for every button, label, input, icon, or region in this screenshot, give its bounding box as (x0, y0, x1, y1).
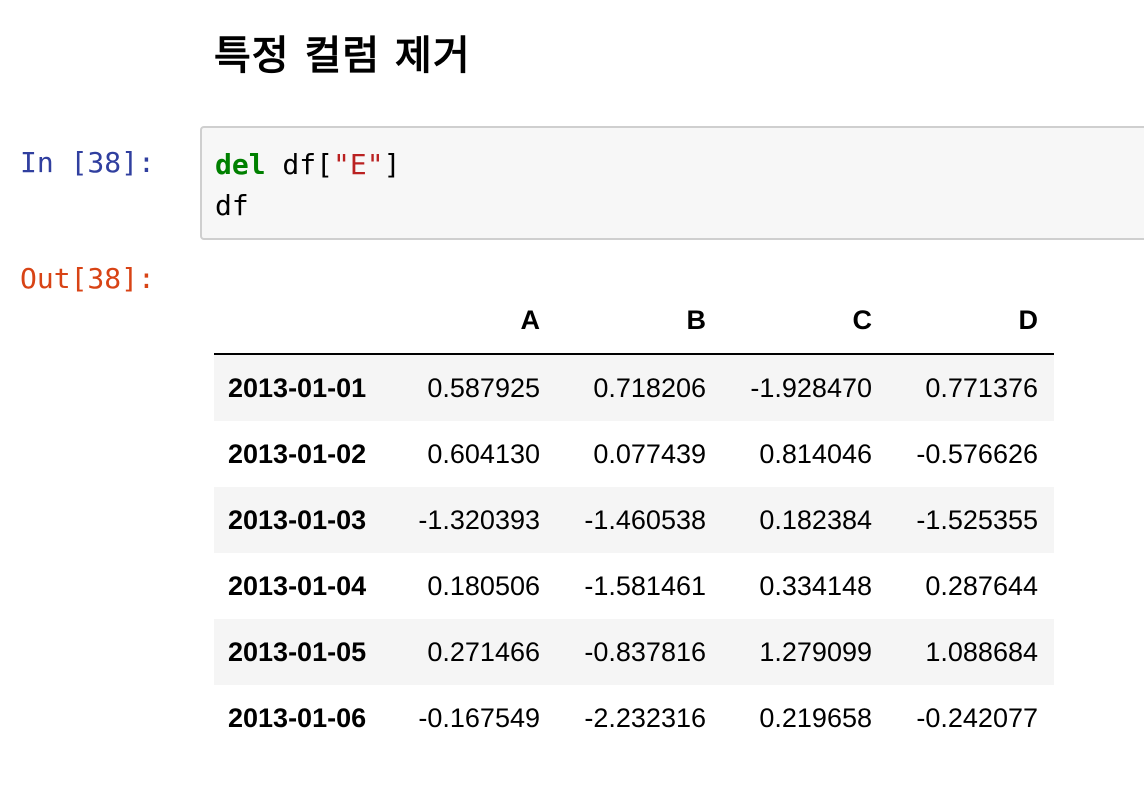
table-cell: 0.587925 (427, 372, 540, 403)
table-cell: -1.928470 (750, 372, 872, 403)
code-line-2: df (215, 189, 249, 222)
table-cell: -0.167549 (418, 702, 540, 733)
table-cell: -2.232316 (584, 702, 706, 733)
row-index: 2013-01-04 (228, 570, 367, 601)
dataframe-table: A B C D 2013-01-01 0.587925 0.718206 -1.… (214, 288, 1054, 751)
row-index: 2013-01-02 (228, 438, 367, 469)
table-row: 2013-01-02 0.604130 0.077439 0.814046 -0… (214, 421, 1054, 487)
table-cell: -1.460538 (584, 504, 706, 535)
table-cell: -0.837816 (584, 636, 706, 667)
table-header-row: A B C D (214, 288, 1054, 355)
table-cell: 0.182384 (759, 504, 872, 535)
table-cell: -1.581461 (584, 570, 706, 601)
row-index: 2013-01-06 (228, 702, 367, 733)
code-token: ] (383, 148, 401, 181)
keyword-del: del (215, 148, 266, 181)
output-prompt: Out[38]: (20, 262, 155, 295)
table-cell: -1.320393 (418, 504, 540, 535)
table-row: 2013-01-06 -0.167549 -2.232316 0.219658 … (214, 685, 1054, 751)
column-header: B (556, 288, 722, 355)
table-cell: -0.576626 (916, 438, 1038, 469)
column-header: A (390, 288, 556, 355)
table-cell: 1.279099 (759, 636, 872, 667)
table-row: 2013-01-01 0.587925 0.718206 -1.928470 0… (214, 354, 1054, 421)
index-header (214, 288, 390, 355)
table-cell: -0.242077 (916, 702, 1038, 733)
table-cell: 0.077439 (593, 438, 706, 469)
table-row: 2013-01-05 0.271466 -0.837816 1.279099 1… (214, 619, 1054, 685)
table-cell: 0.771376 (925, 372, 1038, 403)
table-cell: 0.718206 (593, 372, 706, 403)
table-cell: 0.604130 (427, 438, 540, 469)
code-input-area[interactable]: del df["E"] df (200, 126, 1144, 240)
table-cell: -1.525355 (916, 504, 1038, 535)
table-cell: 0.219658 (759, 702, 872, 733)
column-header: C (722, 288, 888, 355)
table-cell: 0.287644 (925, 570, 1038, 601)
input-prompt: In [38]: (20, 146, 155, 179)
table-cell: 1.088684 (925, 636, 1038, 667)
table-cell: 0.334148 (759, 570, 872, 601)
row-index: 2013-01-05 (228, 636, 367, 667)
row-index: 2013-01-01 (228, 372, 367, 403)
table-row: 2013-01-04 0.180506 -1.581461 0.334148 0… (214, 553, 1054, 619)
code-token: df[ (265, 148, 334, 181)
row-index: 2013-01-03 (228, 504, 367, 535)
table-cell: 0.271466 (427, 636, 540, 667)
column-header: D (888, 288, 1054, 355)
section-heading: 특정 컬럼 제거 (214, 33, 471, 79)
string-literal: "E" (333, 148, 384, 181)
table-cell: 0.814046 (759, 438, 872, 469)
table-cell: 0.180506 (427, 570, 540, 601)
table-row: 2013-01-03 -1.320393 -1.460538 0.182384 … (214, 487, 1054, 553)
